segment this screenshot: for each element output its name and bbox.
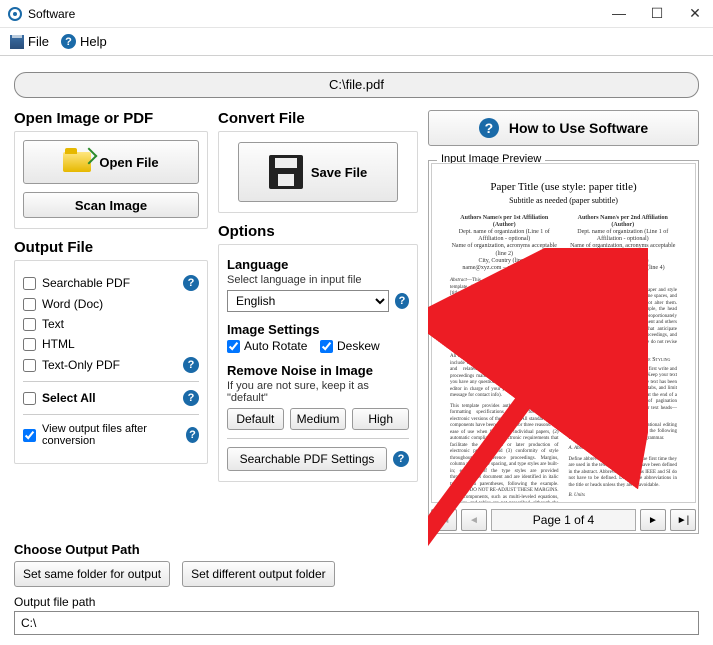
how-to-use-label: How to Use Software bbox=[509, 120, 648, 136]
separator bbox=[23, 414, 199, 415]
same-folder-button[interactable]: Set same folder for output bbox=[14, 561, 170, 587]
label-word: Word (Doc) bbox=[42, 297, 103, 311]
floppy-disk-icon bbox=[269, 155, 303, 189]
pager-next-button[interactable]: ► bbox=[640, 509, 666, 531]
label-text: Text bbox=[42, 317, 64, 331]
pager-prev-button[interactable]: ◄ bbox=[461, 509, 487, 531]
noise-medium-button[interactable]: Medium bbox=[290, 408, 347, 430]
noise-hint: If you are not sure, keep it as "default… bbox=[227, 380, 409, 404]
help-icon[interactable]: ? bbox=[183, 275, 199, 291]
noise-high-button[interactable]: High bbox=[352, 408, 409, 430]
choose-output-path-label: Choose Output Path bbox=[14, 542, 699, 557]
checkbox-auto-rotate[interactable] bbox=[227, 340, 240, 353]
searchable-pdf-settings-button[interactable]: Searchable PDF Settings bbox=[227, 447, 387, 471]
pager-status: Page 1 of 4 bbox=[491, 509, 636, 531]
noise-default-button[interactable]: Default bbox=[227, 408, 284, 430]
help-icon: ? bbox=[61, 34, 76, 49]
output-section-title: Output File bbox=[14, 239, 208, 256]
open-file-button[interactable]: Open File bbox=[23, 140, 199, 184]
label-auto-rotate: Auto Rotate bbox=[244, 339, 307, 353]
maximize-button[interactable]: ☐ bbox=[647, 5, 667, 22]
folder-open-icon bbox=[63, 152, 91, 172]
label-searchable-pdf: Searchable PDF bbox=[42, 276, 130, 290]
checkbox-searchable-pdf[interactable] bbox=[23, 277, 36, 290]
help-icon[interactable]: ? bbox=[183, 390, 199, 406]
preview-panel: Input Image Preview Paper Title (use sty… bbox=[428, 160, 699, 534]
preview-page: Paper Title (use style: paper title) Sub… bbox=[431, 163, 696, 503]
save-file-button[interactable]: Save File bbox=[238, 142, 398, 202]
window-title: Software bbox=[28, 7, 609, 21]
open-file-label: Open File bbox=[99, 155, 158, 170]
options-section-title: Options bbox=[218, 223, 418, 240]
author-block-1: Authors Name/s per 1st Affiliation (Auth… bbox=[450, 215, 559, 273]
language-select[interactable]: English bbox=[227, 290, 389, 312]
language-hint: Select language in input file bbox=[227, 274, 409, 286]
help-icon[interactable]: ? bbox=[393, 451, 409, 467]
label-html: HTML bbox=[42, 337, 75, 351]
checkbox-select-all[interactable] bbox=[23, 392, 36, 405]
help-icon[interactable]: ? bbox=[395, 293, 409, 309]
how-to-use-button[interactable]: ? How to Use Software bbox=[428, 110, 699, 146]
image-settings-label: Image Settings bbox=[227, 322, 409, 337]
checkbox-text[interactable] bbox=[23, 318, 36, 331]
save-icon bbox=[10, 35, 24, 49]
scan-image-label: Scan Image bbox=[75, 198, 147, 213]
save-file-label: Save File bbox=[311, 165, 367, 180]
label-text-only-pdf: Text-Only PDF bbox=[42, 358, 120, 372]
label-deskew: Deskew bbox=[337, 339, 380, 353]
input-path-field[interactable]: C:\file.pdf bbox=[14, 72, 699, 98]
checkbox-text-only-pdf[interactable] bbox=[23, 359, 36, 372]
different-folder-button[interactable]: Set different output folder bbox=[182, 561, 335, 587]
noise-label: Remove Noise in Image bbox=[227, 363, 409, 378]
output-path-field[interactable]: C:\ bbox=[14, 611, 699, 635]
minimize-button[interactable]: — bbox=[609, 5, 629, 22]
scan-image-button[interactable]: Scan Image bbox=[23, 192, 199, 218]
pager-first-button[interactable]: |◄ bbox=[431, 509, 457, 531]
help-icon: ? bbox=[479, 118, 499, 138]
language-label: Language bbox=[227, 257, 409, 272]
title-bar: Software — ☐ ✕ bbox=[0, 0, 713, 28]
checkbox-word[interactable] bbox=[23, 298, 36, 311]
pager-last-button[interactable]: ►| bbox=[670, 509, 696, 531]
label-select-all: Select All bbox=[42, 391, 96, 405]
convert-section-title: Convert File bbox=[218, 110, 418, 127]
checkbox-view-output[interactable] bbox=[23, 429, 36, 442]
help-icon[interactable]: ? bbox=[186, 427, 199, 443]
app-icon bbox=[8, 7, 22, 21]
checkbox-deskew[interactable] bbox=[320, 340, 333, 353]
close-button[interactable]: ✕ bbox=[685, 5, 705, 22]
menu-file-label: File bbox=[28, 34, 49, 49]
output-path-label: Output file path bbox=[14, 595, 699, 609]
open-section-title: Open Image or PDF bbox=[14, 110, 208, 127]
doc-subtitle: Subtitle as needed (paper subtitle) bbox=[509, 196, 618, 205]
menu-help[interactable]: ? Help bbox=[61, 34, 107, 49]
menu-bar: File ? Help bbox=[0, 28, 713, 56]
checkbox-html[interactable] bbox=[23, 338, 36, 351]
author-block-2: Authors Name/s per 2nd Affiliation (Auth… bbox=[569, 215, 678, 273]
label-view-output: View output files after conversion bbox=[42, 423, 174, 447]
help-icon[interactable]: ? bbox=[183, 357, 199, 373]
separator bbox=[23, 381, 199, 382]
separator bbox=[227, 438, 409, 439]
menu-help-label: Help bbox=[80, 34, 107, 49]
menu-file[interactable]: File bbox=[10, 34, 49, 49]
doc-title: Paper Title (use style: paper title) bbox=[490, 181, 636, 193]
